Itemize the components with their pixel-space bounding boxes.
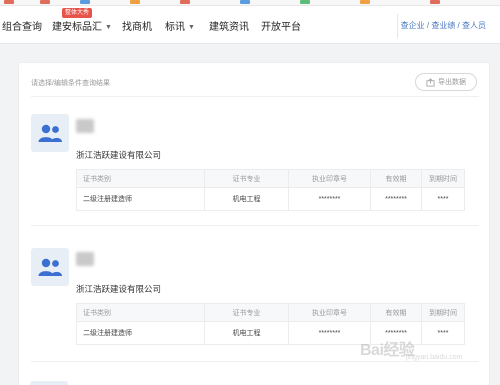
certificate-table: 证书类别 证书专业 执业印章号 有效期 到期时间 二级注册建造师 机电工程 **… [76,169,465,211]
nav-label: 标讯 [165,22,185,33]
bookmark-favicon[interactable] [300,0,310,4]
bookmark-favicon[interactable] [240,0,250,4]
bookmark-favicon[interactable] [180,0,190,4]
users-icon [38,124,62,142]
column-header: 证书专业 [204,303,289,322]
nav-item-bid-news[interactable]: 标讯 ▼ [165,18,195,33]
column-header: 到期时间 [421,303,465,322]
cert-category-cell: 二级注册建造师 [76,187,205,211]
cert-specialty-cell: 机电工程 [204,321,289,345]
cert-specialty-cell: 机电工程 [204,187,289,211]
nav-item-combined-search[interactable]: 组合查询 [2,18,42,33]
table-header-row: 证书类别 证书专业 执业印章号 有效期 到期时间 [76,169,465,188]
validity-cell: ******** [370,187,422,211]
nav-divider [397,14,398,38]
column-header: 到期时间 [421,169,465,188]
expiry-cell: **** [421,321,465,345]
divider [31,96,479,97]
nav-label: 组合查询 [2,22,42,33]
bookmark-favicon[interactable] [360,0,370,4]
bookmark-favicon[interactable] [130,0,140,4]
users-icon [38,258,62,276]
nav-label: 建筑资讯 [209,22,249,33]
nav-label: 开放平台 [261,22,301,33]
company-avatar [31,248,69,286]
watermark: Bai经验 jingyan.baidu.com [360,336,462,361]
query-prompt: 请选择/编辑条件查询结果 [31,80,110,87]
expiry-cell: **** [421,187,465,211]
results-card: 请选择/编辑条件查询结果 导出数据 浙江浩跃建设有限公司 证书类别 证书专业 执… [18,62,490,385]
column-header: 执业印章号 [288,303,371,322]
chevron-down-icon: ▼ [105,24,112,31]
column-header: 执业印章号 [288,169,371,188]
nav-item-construction-news[interactable]: 建筑资讯 [209,18,249,33]
promo-badge: 整体大秀 [62,8,93,18]
nav-label: 建安标品汇 [52,22,102,33]
bookmark-favicon[interactable] [40,0,50,4]
column-header: 证书类别 [76,169,205,188]
column-header: 证书类别 [76,303,205,322]
company-name[interactable]: 浙江浩跃建设有限公司 [76,283,161,295]
nav-item-open-platform[interactable]: 开放平台 [261,18,301,33]
quick-search-links[interactable]: 查企业 / 查业绩 / 查人员 [401,20,486,31]
table-header-row: 证书类别 证书专业 执业印章号 有效期 到期时间 [76,303,465,322]
column-header: 有效期 [370,169,422,188]
watermark-url: jingyan.baidu.com [406,354,463,361]
person-name-redacted [76,252,94,266]
person-name-redacted [76,119,94,133]
export-label: 导出数据 [438,79,466,86]
company-avatar-partial [30,381,68,385]
nav-label: 找商机 [122,22,152,33]
export-icon [426,77,435,87]
table-row: 二级注册建造师 机电工程 ******** ******** **** [76,187,465,211]
export-button[interactable]: 导出数据 [415,73,477,91]
bookmark-favicon[interactable] [80,0,90,4]
column-header: 有效期 [370,303,422,322]
column-header: 证书专业 [204,169,289,188]
top-navigation: 组合查询 建安标品汇 ▼ 整体大秀 找商机 标讯 ▼ 建筑资讯 开放平台 查企业 /… [0,6,500,44]
company-name[interactable]: 浙江浩跃建设有限公司 [76,149,161,161]
chevron-down-icon: ▼ [188,24,195,31]
bookmark-favicon[interactable] [430,0,440,4]
cert-category-cell: 二级注册建造师 [76,321,205,345]
divider [31,225,479,226]
seal-number-cell: ******** [288,187,371,211]
nav-item-product-collection[interactable]: 建安标品汇 ▼ [52,18,112,33]
divider [31,361,479,362]
company-avatar [31,114,69,152]
seal-number-cell: ******** [288,321,371,345]
bookmark-favicon[interactable] [4,0,14,4]
nav-item-business-opportunities[interactable]: 找商机 [122,18,152,33]
